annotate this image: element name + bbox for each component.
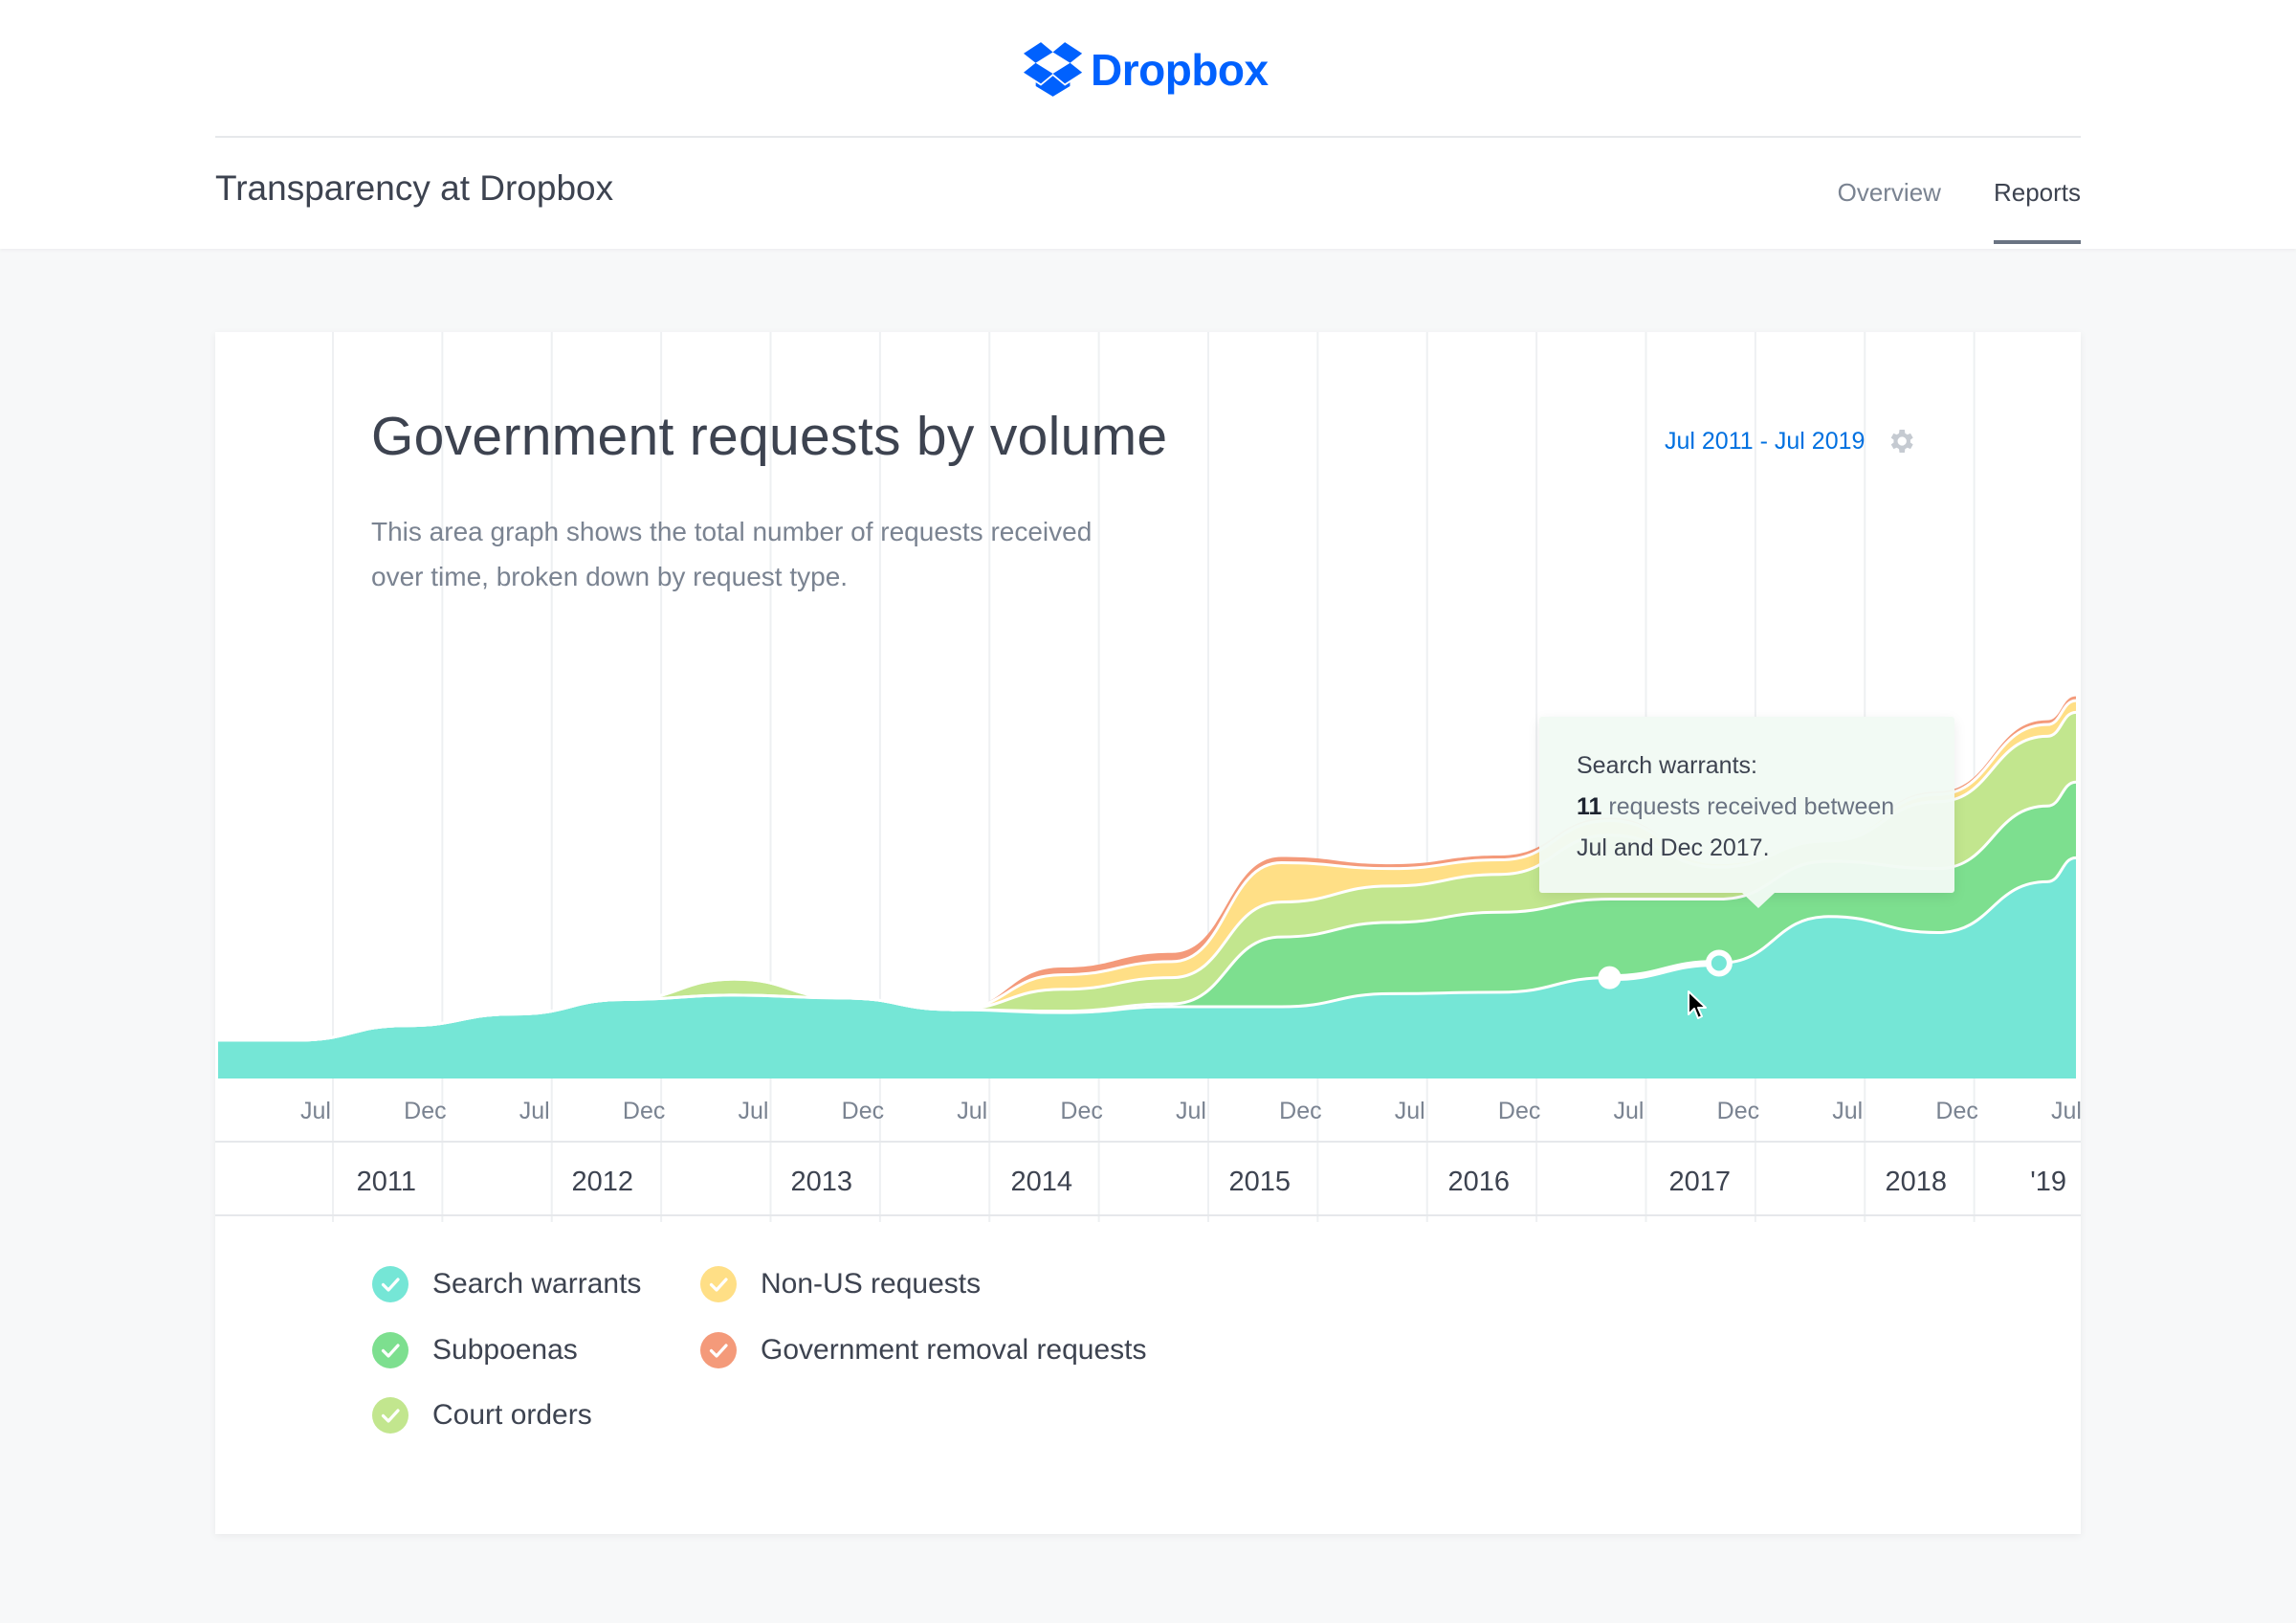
dropbox-logo-icon [1024, 42, 1083, 97]
tooltip-count-line: 11 requests received between [1577, 787, 1894, 828]
x-tick-label: Jul [1832, 1098, 1863, 1124]
legend-item-search-warrants[interactable]: Search warrants [371, 1265, 641, 1303]
x-tick-label: Jul [519, 1098, 550, 1124]
checkmark-icon[interactable] [371, 1331, 409, 1369]
checkmark-icon[interactable] [699, 1331, 738, 1369]
tooltip-period: Jul and Dec 2017. [1577, 834, 1770, 861]
chart-description: This area graph shows the total number o… [371, 517, 1093, 591]
dropbox-logo[interactable]: Dropbox [1024, 36, 1269, 103]
x-tick-label: Jul [957, 1098, 987, 1124]
tooltip-count: 11 [1577, 793, 1602, 820]
chart-title: Government requests by volume [371, 406, 1168, 467]
legend-label: Subpoenas [432, 1334, 578, 1366]
site-header: Dropbox Transparency at Dropbox Overview… [0, 0, 2296, 249]
x-tick-label: Jul [1176, 1098, 1206, 1124]
tooltip-heading: Search warrants: [1577, 752, 1757, 779]
site-title[interactable]: Transparency at Dropbox [215, 168, 613, 209]
year-label: 2016 [1447, 1167, 1510, 1197]
tooltip-text: requests received between [1608, 793, 1895, 820]
nav-item-overview[interactable]: Overview [1838, 178, 1941, 244]
legend-label: Government removal requests [761, 1334, 1147, 1366]
legend-label: Search warrants [432, 1268, 642, 1300]
x-tick-label: Dec [623, 1098, 665, 1124]
x-tick-label: Dec [1717, 1098, 1759, 1124]
x-tick-label: Jul [1614, 1098, 1645, 1124]
year-label: 2014 [1010, 1167, 1072, 1197]
checkmark-icon[interactable] [371, 1265, 409, 1303]
checkmark-icon[interactable] [371, 1396, 409, 1434]
year-label: 2012 [571, 1167, 633, 1197]
legend-label: Non-US requests [761, 1268, 982, 1300]
gear-icon[interactable] [1886, 426, 1916, 456]
x-tick-label: Dec [842, 1098, 884, 1124]
year-label: 2011 [357, 1167, 416, 1197]
highlight-point-start [1598, 966, 1622, 989]
year-label: '19 [2030, 1167, 2066, 1197]
mouse-cursor-icon [1688, 990, 1707, 1019]
legend-item-subpoenas[interactable]: Subpoenas [371, 1331, 578, 1369]
x-tick-label: Dec [1279, 1098, 1321, 1124]
header-divider [215, 136, 2081, 138]
x-tick-label: Jul [2051, 1098, 2081, 1124]
brand-wordmark: Dropbox [1091, 45, 1269, 95]
year-label: 2015 [1228, 1167, 1291, 1197]
chart-tooltip: Search warrants: 11 requests received be… [1539, 717, 1954, 908]
x-tick-label: Jul [1395, 1098, 1425, 1124]
highlight-point-end [1705, 949, 1733, 977]
legend-item-non-us-requests[interactable]: Non-US requests [699, 1265, 981, 1303]
checkmark-icon[interactable] [699, 1265, 738, 1303]
x-tick-label: Dec [404, 1098, 446, 1124]
x-tick-label: Jul [300, 1098, 331, 1124]
date-range-selector[interactable]: Jul 2011 - Jul 2019 [1665, 426, 1916, 456]
x-tick-label: Dec [1060, 1098, 1102, 1124]
year-label: 2017 [1668, 1167, 1731, 1197]
x-tick-label: Jul [739, 1098, 769, 1124]
nav-item-reports[interactable]: Reports [1993, 178, 2082, 244]
date-range-label[interactable]: Jul 2011 - Jul 2019 [1665, 428, 1865, 456]
legend-label: Court orders [432, 1399, 592, 1431]
report-card: Jul Dec Jul Dec Jul Dec Jul Dec Jul Dec Jul Dec Jul D… [215, 332, 2081, 1534]
x-tick-label: Dec [1498, 1098, 1540, 1124]
year-label: 2018 [1885, 1167, 1947, 1197]
year-label: 2013 [790, 1167, 852, 1197]
x-tick-label: Dec [1935, 1098, 1977, 1124]
main-nav: Overview Reports [1838, 178, 2082, 244]
legend-item-government-removal-requests[interactable]: Government removal requests [699, 1331, 1147, 1369]
legend-item-court-orders[interactable]: Court orders [371, 1396, 592, 1434]
